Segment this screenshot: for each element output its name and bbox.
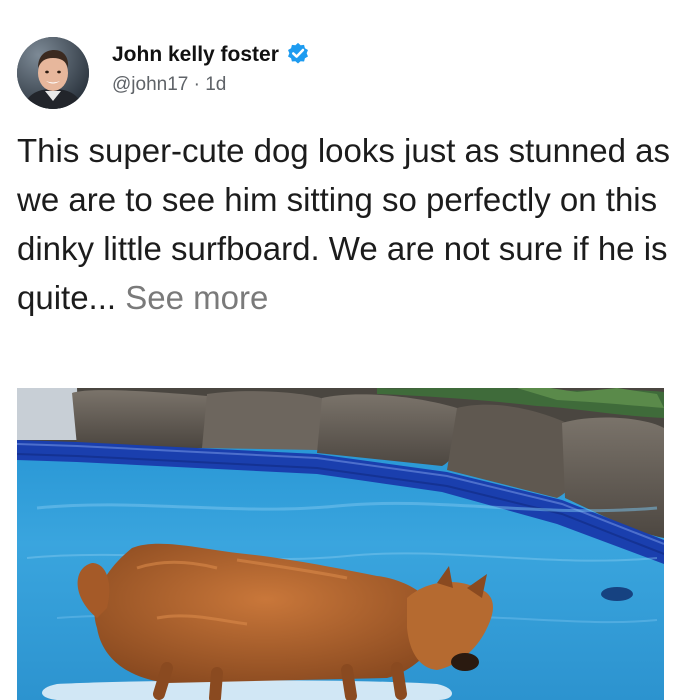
post-header: John kelly foster @john17 · 1d bbox=[17, 37, 677, 111]
post-photo[interactable] bbox=[17, 388, 664, 700]
post-meta: @john17 · 1d bbox=[112, 74, 226, 96]
see-more-link[interactable]: See more bbox=[125, 279, 268, 316]
meta-separator: · bbox=[193, 74, 200, 95]
verified-badge-icon bbox=[287, 42, 308, 64]
author-name-text[interactable]: John kelly foster bbox=[112, 43, 279, 66]
post-text: This super-cute dog looks just as stunne… bbox=[17, 126, 677, 322]
avatar[interactable] bbox=[17, 37, 89, 109]
author-handle[interactable]: @john17 bbox=[112, 74, 188, 95]
avatar-image bbox=[17, 37, 89, 109]
dog-on-surfboard-image bbox=[17, 388, 664, 700]
author-name[interactable]: John kelly foster bbox=[112, 40, 311, 67]
post-body: This super-cute dog looks just as stunne… bbox=[17, 132, 671, 316]
post-timestamp[interactable]: 1d bbox=[205, 74, 226, 95]
